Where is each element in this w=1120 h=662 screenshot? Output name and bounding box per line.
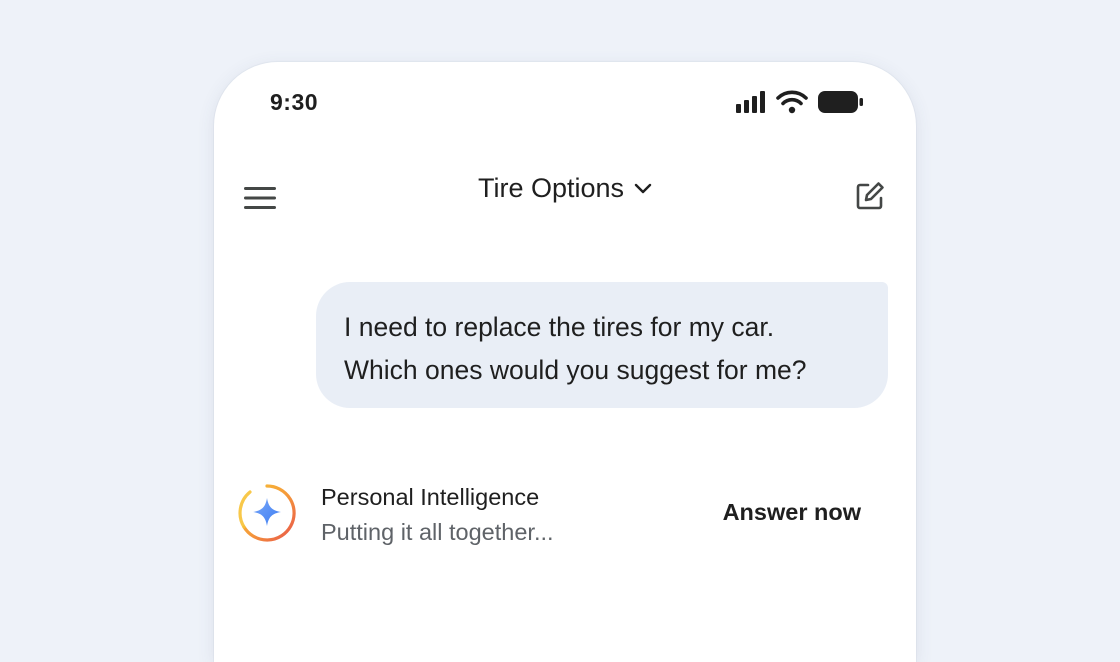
user-message-bubble: I need to replace the tires for my car. … <box>316 282 888 408</box>
conversation-title-dropdown[interactable]: Tire Options <box>478 173 652 204</box>
status-icons <box>736 90 864 114</box>
menu-button[interactable] <box>240 178 280 218</box>
response-status-text: Putting it all together... <box>321 519 554 545</box>
new-chat-button[interactable] <box>850 176 890 216</box>
user-message-line: I need to replace the tires for my car. <box>344 312 775 342</box>
battery-icon <box>818 91 863 113</box>
status-time: 9:30 <box>270 89 319 115</box>
user-message-line: Which ones would you suggest for me? <box>344 355 807 385</box>
conversation-title: Tire Options <box>477 173 625 203</box>
response-status: Personal Intelligence Putting it all tog… <box>321 482 554 547</box>
wifi-icon <box>776 90 808 114</box>
response-title: Personal Intelligence <box>321 484 540 510</box>
sparkle-icon <box>238 484 296 542</box>
signal-icon <box>736 91 765 113</box>
menu-icon <box>244 187 276 209</box>
answer-now-button[interactable]: Answer now <box>723 499 861 526</box>
edit-icon <box>856 182 884 210</box>
phone-frame: 9:30 Tire Options I need to replace the … <box>214 62 916 662</box>
chevron-down-icon <box>634 183 652 193</box>
